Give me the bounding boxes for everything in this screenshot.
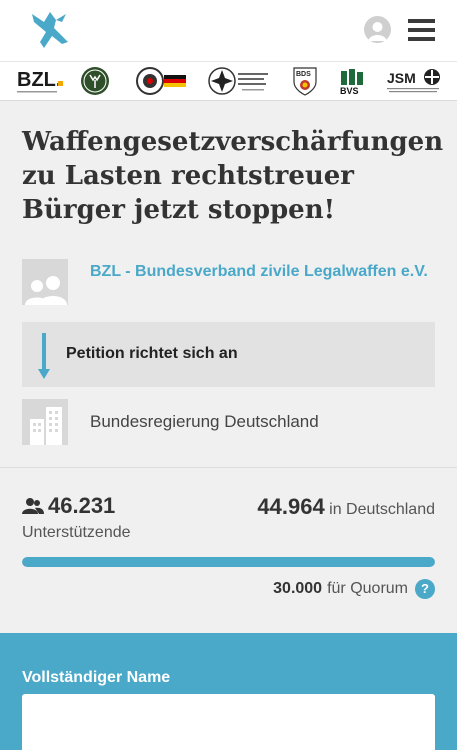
- bird-logo-icon[interactable]: [28, 8, 74, 52]
- top-bar: [0, 0, 457, 62]
- partner-logo-banner: BZL. BDS BVS JSM: [0, 62, 457, 101]
- petition-title: Waffengesetzverschärfungen zu Lasten rec…: [22, 127, 444, 225]
- recipient-name: Bundesregierung Deutschland: [90, 412, 319, 431]
- bjv-logo: [80, 62, 110, 100]
- bvs-logo: BVS: [338, 62, 368, 100]
- full-name-input[interactable]: [22, 694, 435, 750]
- jsm-logo: JSM: [386, 62, 442, 100]
- supporters-count: 46.231: [22, 493, 115, 519]
- supporters-icon: [22, 498, 44, 514]
- maltese-cross-logo: [208, 62, 274, 100]
- user-avatar-icon[interactable]: [364, 16, 391, 43]
- germany-number: 44.964: [257, 494, 325, 519]
- building-icon: [22, 399, 68, 445]
- jsm-logo-text: JSM: [387, 70, 416, 86]
- help-icon[interactable]: ?: [415, 579, 435, 599]
- target-heading: Petition richtet sich an: [66, 345, 238, 362]
- supporters-label: Unterstützende: [22, 524, 131, 541]
- germany-count: 44.964 in Deutschland: [257, 494, 435, 520]
- quorum-number: 30.000: [273, 580, 323, 597]
- quorum-progress-bar: [22, 557, 435, 567]
- full-name-label: Vollständiger Name: [22, 669, 171, 686]
- quorum-info: 30.000 für Quorum ?: [273, 579, 435, 599]
- signing-form: Vollständiger Name: [0, 633, 457, 750]
- petition-target-box: Petition richtet sich an: [22, 322, 435, 387]
- hamburger-menu-icon[interactable]: [408, 19, 435, 41]
- petition-content: Waffengesetzverschärfungen zu Lasten rec…: [0, 101, 457, 633]
- germany-label: in Deutschland: [329, 501, 435, 518]
- supporters-number: 46.231: [48, 493, 116, 518]
- section-divider: [0, 467, 457, 468]
- bds-logo-text: BDS: [296, 71, 311, 78]
- bzl-logo: BZL.: [16, 62, 64, 100]
- bds-logo: BDS: [292, 62, 318, 100]
- petition-recipient: Bundesregierung Deutschland: [22, 399, 435, 445]
- bvs-logo-text: BVS: [340, 86, 359, 96]
- organization-avatar-icon: [22, 259, 68, 305]
- progress-fill: [22, 557, 435, 567]
- quorum-label: für Quorum: [327, 580, 408, 597]
- eagle-flag-logo: [132, 62, 188, 100]
- petition-creator[interactable]: BZL - Bundesverband zivile Legalwaffen e…: [22, 259, 435, 305]
- arrow-down-icon: [38, 333, 50, 379]
- creator-name-link[interactable]: BZL - Bundesverband zivile Legalwaffen e…: [90, 259, 430, 284]
- bzl-logo-text: BZL.: [17, 69, 61, 91]
